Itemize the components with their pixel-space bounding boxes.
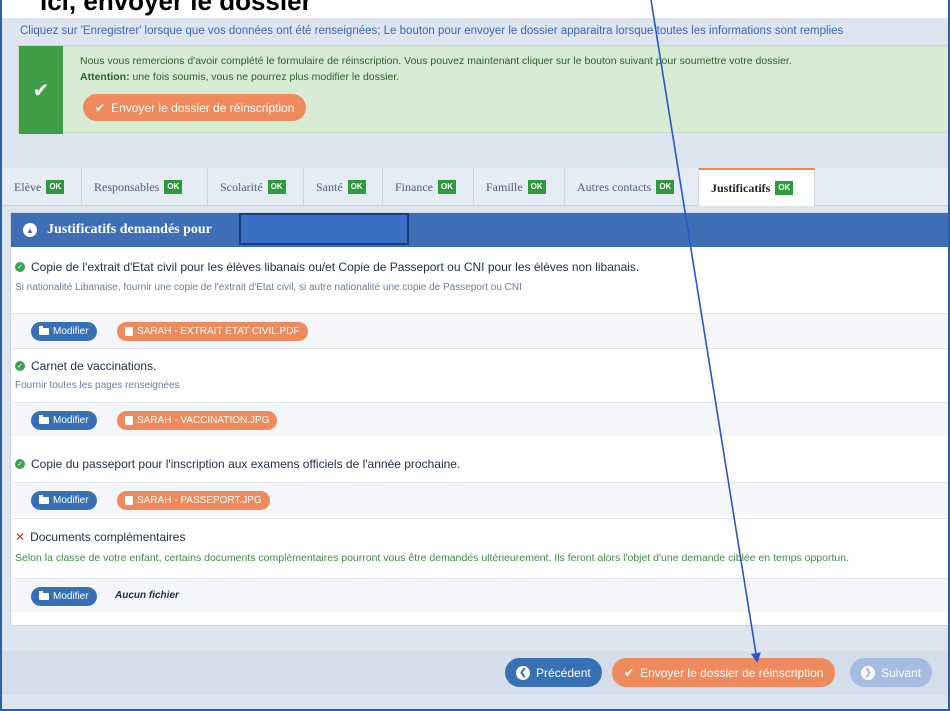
check-circle-icon: ✓ xyxy=(15,361,25,371)
document-title: ✓ Copie de l'extrait d'Etat civil pour le… xyxy=(15,260,639,274)
ok-badge: OK xyxy=(164,180,183,194)
document-item: ✓ Carnet de vaccinations. Fournir toutes … xyxy=(11,350,950,436)
success-alert: ✔ Nous vous remercions d'avoir complété … xyxy=(18,45,950,134)
document-description: Fournir toutes les pages renseignées xyxy=(15,380,180,391)
tab-eleve[interactable]: Elève OK xyxy=(2,168,82,206)
document-actions: Modifier SARAH - VACCINATION.JPG xyxy=(11,402,949,436)
tab-scolarite[interactable]: Scolarité OK xyxy=(208,168,304,206)
document-title-text: Copie du passeport pour l'inscription au… xyxy=(31,457,461,471)
send-dossier-button[interactable]: ✔ Envoyer le dossier de réinscription xyxy=(612,658,836,687)
annotation-strip: Ici, envoyer le dossier xyxy=(0,0,950,18)
panel-header[interactable]: ▲ Justificatifs demandés pour xyxy=(11,213,950,247)
tab-label: Responsables xyxy=(94,179,160,194)
send-dossier-label: Envoyer le dossier de réinscription xyxy=(111,100,295,115)
justificatifs-panel: ▲ Justificatifs demandés pour ✓ Copie de … xyxy=(10,212,950,626)
previous-label: Précédent xyxy=(536,665,591,680)
document-description: Selon la classe de votre enfant, certain… xyxy=(15,552,849,564)
ok-badge: OK xyxy=(438,180,456,194)
file-button[interactable]: SARAH - PASSEPORT.JPG xyxy=(117,491,270,510)
check-icon: ✔ xyxy=(624,665,635,680)
document-actions: Modifier SARAH - EXTRAIT ETAT CIVIL.PDF xyxy=(11,313,949,347)
tab-label: Finance xyxy=(395,179,433,194)
send-dossier-button-top[interactable]: ✔ Envoyer le dossier de réinscription xyxy=(83,94,307,121)
ok-badge: OK xyxy=(46,180,65,194)
document-item: ✓ Copie de l'extrait d'Etat civil pour le… xyxy=(11,251,950,349)
modify-label: Modifier xyxy=(53,415,89,426)
tab-autres-contacts[interactable]: Autres contacts OK xyxy=(565,168,699,206)
image-file-icon xyxy=(125,416,133,425)
alert-message: Nous vous remercions d'avoir complété le… xyxy=(80,55,792,67)
ok-badge: OK xyxy=(527,180,546,194)
tab-justificatifs[interactable]: Justificatifs OK xyxy=(699,168,815,206)
document-title: ✕ Documents complémentaires xyxy=(15,530,185,544)
tab-label: Santé xyxy=(316,179,343,194)
check-circle-icon: ✓ xyxy=(15,459,25,469)
previous-button[interactable]: ❮ Précédent xyxy=(505,658,602,687)
error-icon: ✕ xyxy=(15,530,26,544)
alert-warning: Attention: une fois soumis, vous ne pour… xyxy=(80,71,399,83)
file-name: SARAH - VACCINATION.JPG xyxy=(137,415,270,426)
ok-badge: OK xyxy=(267,180,286,194)
file-name: SARAH - EXTRAIT ETAT CIVIL.PDF xyxy=(137,326,300,337)
file-button[interactable]: SARAH - EXTRAIT ETAT CIVIL.PDF xyxy=(117,322,308,341)
document-title-text: Documents complémentaires xyxy=(30,530,186,544)
tab-label: Famille xyxy=(486,179,523,194)
document-item: ✓ Copie du passeport pour l'inscription a… xyxy=(11,437,950,519)
check-icon: ✔ xyxy=(19,46,63,134)
file-name: SARAH - PASSEPORT.JPG xyxy=(137,495,262,506)
tab-bar: Elève OK Responsables OK Scolarité OK Santé… xyxy=(2,168,948,206)
next-button[interactable]: ❯ Suivant xyxy=(850,658,933,687)
check-icon: ✔ xyxy=(95,100,106,115)
folder-icon xyxy=(39,326,49,335)
ok-badge: OK xyxy=(347,180,366,194)
alert-warning-text: une fois soumis, vous ne pourrez plus mo… xyxy=(129,71,400,83)
tab-label: Autres contacts xyxy=(577,179,652,194)
file-button[interactable]: SARAH - VACCINATION.JPG xyxy=(117,411,278,430)
modify-button[interactable]: Modifier xyxy=(31,411,97,430)
document-title: ✓ Copie du passeport pour l'inscription a… xyxy=(15,457,460,471)
document-description: Si nationalité Libanaise, fournir une co… xyxy=(15,282,522,293)
tab-label: Justificatifs xyxy=(711,180,771,195)
intro-message: Cliquez sur 'Enregistrer' lorsque que vo… xyxy=(20,25,844,37)
no-file-text: Aucun fichier xyxy=(115,590,179,601)
ok-badge: OK xyxy=(775,181,794,195)
next-label: Suivant xyxy=(881,665,922,680)
send-dossier-label: Envoyer le dossier de réinscription xyxy=(640,665,824,680)
tab-famille[interactable]: Famille OK xyxy=(474,168,565,206)
document-title: ✓ Carnet de vaccinations. xyxy=(15,359,156,373)
panel-title: Justificatifs demandés pour xyxy=(47,222,212,237)
check-circle-icon: ✓ xyxy=(15,262,25,272)
tab-finance[interactable]: Finance OK xyxy=(383,168,474,206)
folder-icon xyxy=(39,591,49,600)
document-actions: Modifier Aucun fichier xyxy=(11,578,949,612)
modify-label: Modifier xyxy=(53,326,89,337)
document-actions: Modifier SARAH - PASSEPORT.JPG xyxy=(11,482,949,516)
document-item: ✕ Documents complémentaires Selon la clas… xyxy=(11,520,950,612)
modify-button[interactable]: Modifier xyxy=(31,322,97,341)
tab-sante[interactable]: Santé OK xyxy=(304,168,383,206)
modify-button[interactable]: Modifier xyxy=(31,491,97,510)
ok-badge: OK xyxy=(656,180,675,194)
folder-icon xyxy=(39,495,49,504)
chevron-up-icon: ▲ xyxy=(23,223,37,237)
modify-label: Modifier xyxy=(53,591,89,602)
modify-button[interactable]: Modifier xyxy=(31,587,97,606)
folder-icon xyxy=(39,415,49,424)
tab-label: Elève xyxy=(14,179,42,194)
redacted-name xyxy=(239,213,409,245)
alert-warning-label: Attention: xyxy=(80,71,130,83)
arrow-left-icon: ❮ xyxy=(516,665,530,680)
tab-responsables[interactable]: Responsables OK xyxy=(82,168,208,206)
pdf-file-icon xyxy=(125,327,133,336)
document-title-text: Carnet de vaccinations. xyxy=(31,359,157,373)
tab-label: Scolarité xyxy=(220,179,263,194)
modify-label: Modifier xyxy=(53,495,89,506)
image-file-icon xyxy=(125,496,133,505)
arrow-right-icon: ❯ xyxy=(861,665,875,680)
document-title-text: Copie de l'extrait d'Etat civil pour les… xyxy=(31,260,640,274)
annotation-text: Ici, envoyer le dossier xyxy=(40,0,312,16)
